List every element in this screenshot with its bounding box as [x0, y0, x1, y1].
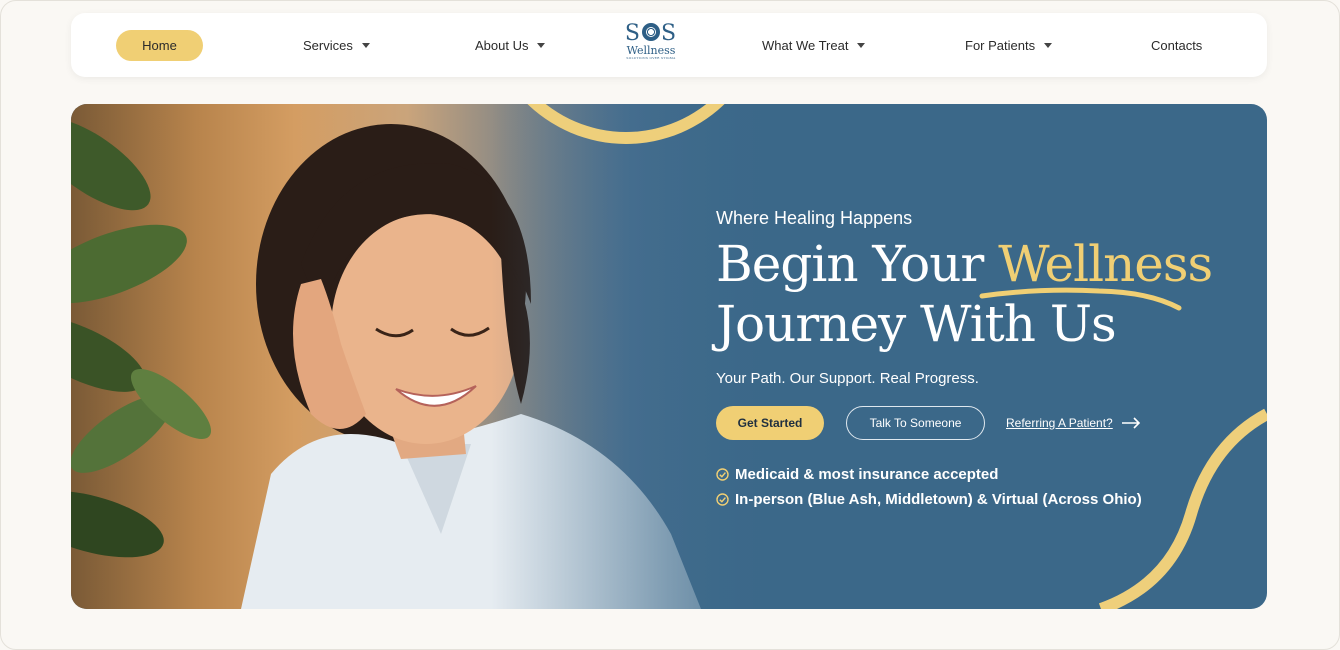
logo-tagline: SOLUTIONS OVER STIGMA — [626, 56, 676, 60]
nav-label: Contacts — [1151, 37, 1203, 53]
photo-gradient-overlay — [491, 104, 811, 609]
nav-label: What We Treat — [762, 37, 849, 53]
nav-label: About Us — [475, 37, 529, 53]
feature-item-locations: In-person (Blue Ash, Middletown) & Virtu… — [716, 491, 1142, 508]
nav-item-for-patients[interactable]: For Patients — [965, 13, 1053, 77]
nav-item-about-us[interactable]: About Us — [475, 13, 546, 77]
chevron-down-icon — [857, 43, 866, 48]
chevron-down-icon — [1044, 43, 1053, 48]
get-started-button[interactable]: Get Started — [716, 406, 824, 440]
brush-underline-decoration — [979, 287, 1182, 311]
nav-item-what-we-treat[interactable]: What We Treat — [762, 13, 866, 77]
nav-label: Services — [303, 37, 353, 53]
headline-part-1: Begin Your — [716, 235, 999, 293]
feature-text: Medicaid & most insurance accepted — [735, 466, 999, 483]
logo-wordmark: Wellness — [626, 44, 676, 57]
hero-eyebrow: Where Healing Happens — [716, 208, 913, 228]
logo-o-icon — [642, 23, 660, 41]
nav-item-services[interactable]: Services — [303, 13, 370, 77]
referring-patient-link[interactable]: Referring A Patient? — [1006, 406, 1141, 440]
top-navigation: Home Services About Us SS Wellness SOLUT… — [71, 13, 1267, 77]
check-circle-icon — [716, 493, 729, 506]
hero-section: Where Healing Happens Begin Your Wellnes… — [71, 104, 1267, 609]
hero-subline: Your Path. Our Support. Real Progress. — [716, 370, 979, 387]
nav-home-button[interactable]: Home — [116, 30, 203, 61]
sos-wellness-logo[interactable]: SS Wellness SOLUTIONS OVER STIGMA — [623, 23, 679, 69]
nav-item-contacts[interactable]: Contacts — [1151, 13, 1202, 77]
nav-label: For Patients — [965, 37, 1036, 53]
chevron-down-icon — [361, 43, 370, 48]
referring-link-label: Referring A Patient? — [1006, 416, 1113, 430]
talk-to-someone-button[interactable]: Talk To Someone — [846, 406, 985, 440]
feature-item-insurance: Medicaid & most insurance accepted — [716, 466, 998, 483]
arrow-right-icon — [1121, 417, 1140, 429]
chevron-down-icon — [537, 43, 546, 48]
check-circle-icon — [716, 468, 729, 481]
feature-text: In-person (Blue Ash, Middletown) & Virtu… — [735, 491, 1142, 508]
logo-mark: SS — [624, 21, 678, 46]
